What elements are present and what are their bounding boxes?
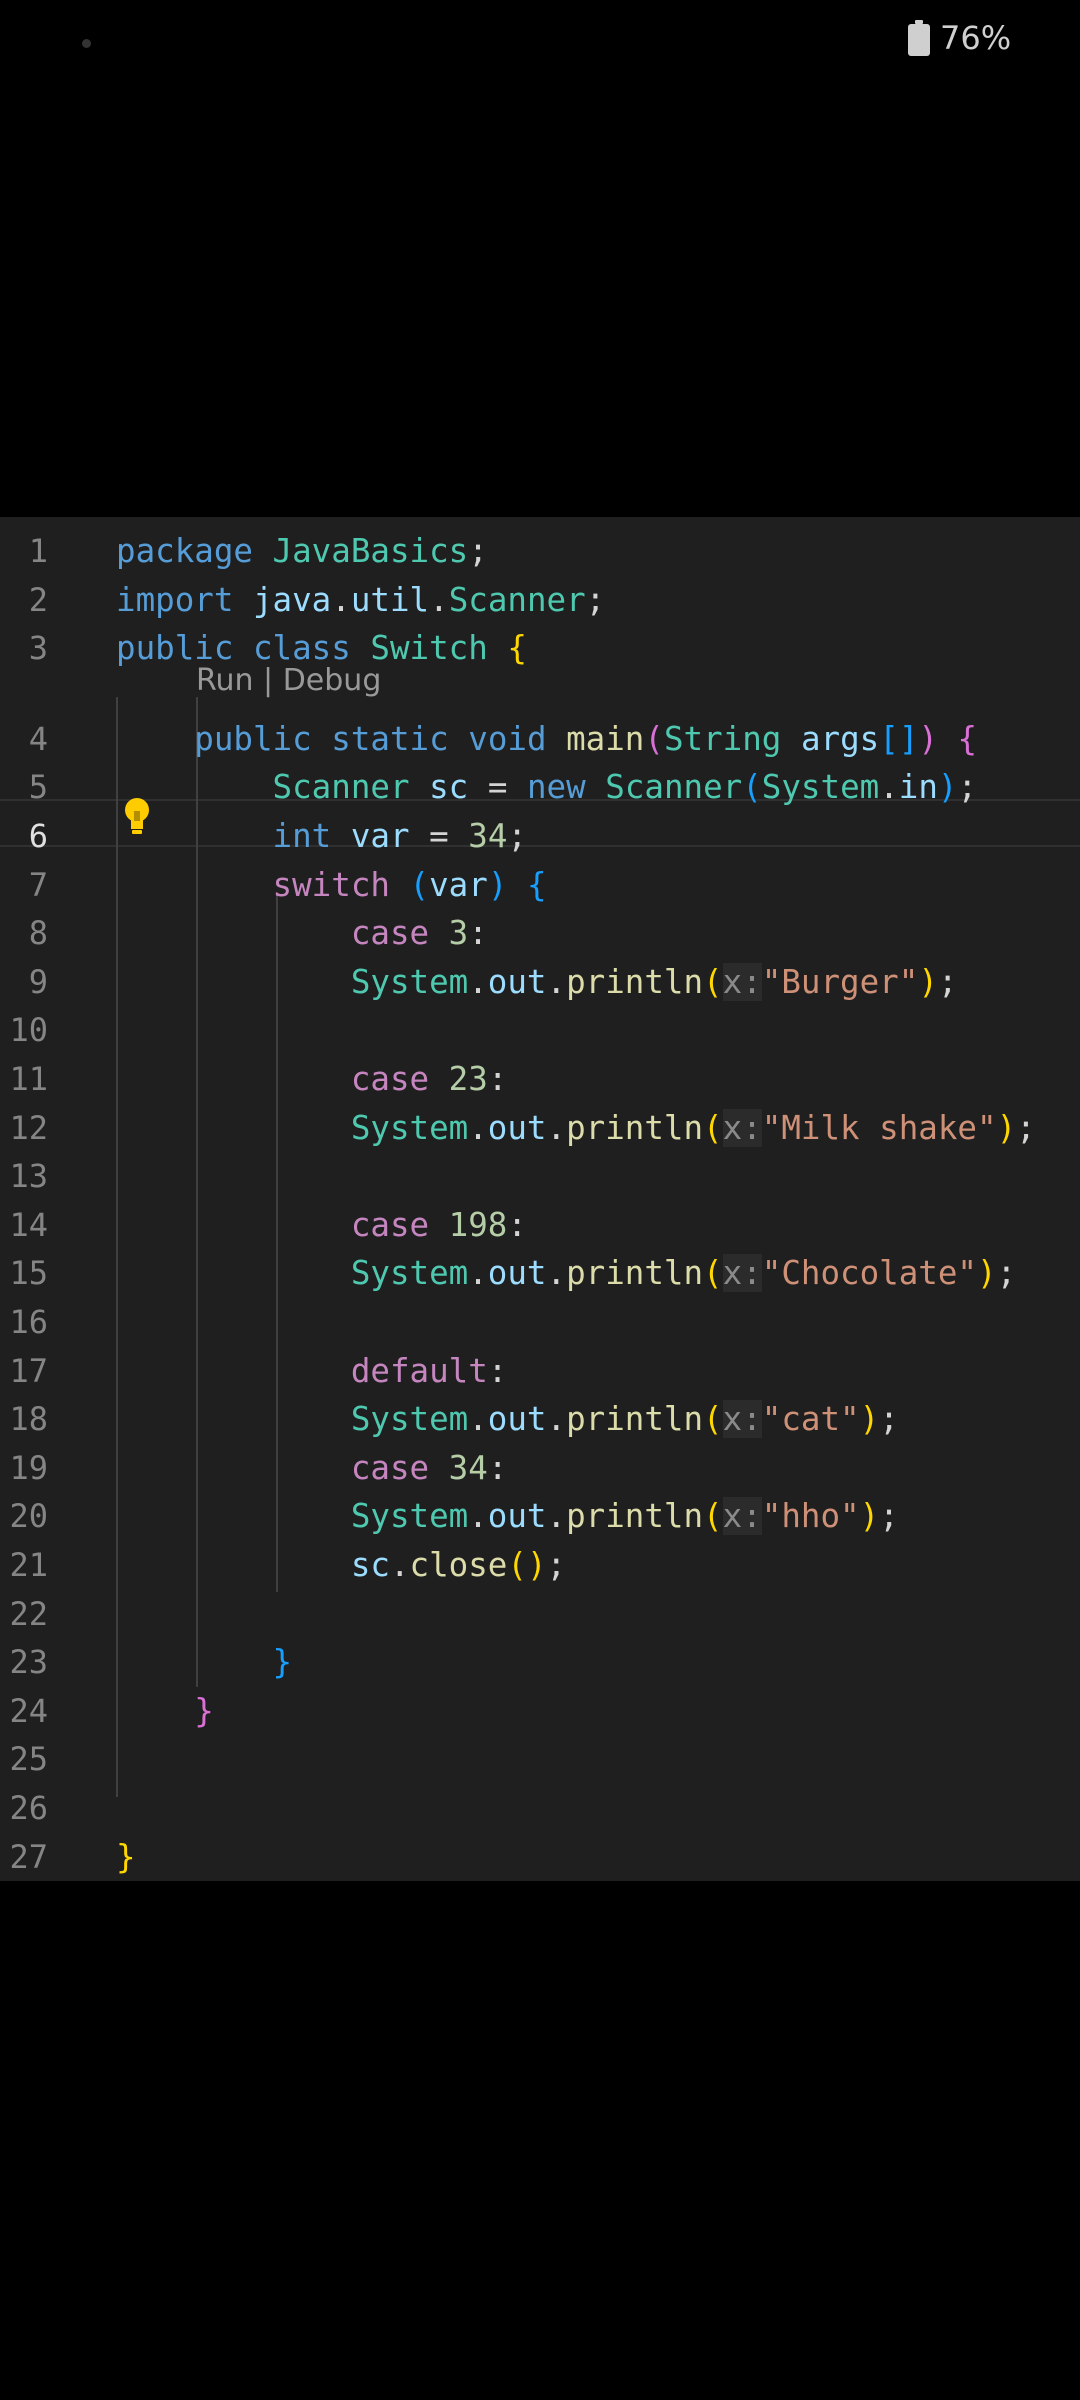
code-text: case 23:: [350, 1060, 508, 1098]
line-number: 19: [9, 1448, 48, 1487]
line-number: 15: [9, 1254, 48, 1293]
line-number: 24: [9, 1691, 48, 1730]
code-line[interactable]: 9 System.out.println(x:"Burger");: [0, 958, 1080, 1007]
line-number: 17: [9, 1351, 48, 1390]
code-text: case 3:: [350, 914, 488, 953]
code-text: switch (var) {: [272, 865, 547, 904]
code-text: }: [272, 1643, 293, 1682]
code-line[interactable]: 26: [0, 1784, 1080, 1833]
code-text: int var = 34;: [272, 817, 527, 855]
code-line[interactable]: 13: [0, 1152, 1080, 1201]
line-number: 2: [28, 580, 48, 619]
code-line[interactable]: 4 public static void main(String args[])…: [0, 715, 1080, 764]
code-text: System.out.println(x:"Chocolate");: [350, 1254, 1017, 1293]
line-number: 13: [9, 1157, 48, 1196]
line-number: 21: [9, 1546, 48, 1584]
line-number: 26: [9, 1789, 48, 1827]
code-text: case 34:: [350, 1448, 508, 1487]
code-line[interactable]: 21 sc.close();: [0, 1541, 1080, 1590]
line-number: 25: [9, 1740, 48, 1779]
battery-icon: [908, 20, 930, 56]
code-line[interactable]: 16: [0, 1298, 1080, 1347]
line-number: 6: [28, 817, 48, 855]
code-text: System.out.println(x:"cat");: [350, 1400, 899, 1439]
battery-percent: 76%: [940, 19, 1012, 57]
line-number: 23: [9, 1643, 48, 1682]
line-number: 1: [28, 532, 48, 570]
code-line[interactable]: 18 System.out.println(x:"cat");: [0, 1395, 1080, 1444]
code-line[interactable]: 2 import java.util.Scanner;: [0, 576, 1080, 625]
code-line[interactable]: 24 }: [0, 1687, 1080, 1736]
code-text: default:: [350, 1351, 508, 1390]
line-number: 8: [28, 914, 48, 953]
code-line[interactable]: 8 case 3:: [0, 909, 1080, 958]
code-line[interactable]: 6 int var = 34;: [0, 812, 1080, 861]
code-text: System.out.println(x:"hho");: [350, 1497, 899, 1536]
code-line[interactable]: 27}: [0, 1833, 1080, 1881]
code-editor[interactable]: Run | Debug 1 package JavaBasics; 2 import …: [0, 517, 1080, 1881]
code-text: package JavaBasics;: [116, 532, 488, 570]
code-line[interactable]: 10: [0, 1006, 1080, 1055]
line-number: 7: [28, 865, 48, 904]
code-text: }: [194, 1691, 214, 1730]
code-text: sc.close();: [350, 1546, 567, 1584]
notification-dot-icon: [82, 39, 91, 48]
code-line[interactable]: 3 public class Switch {: [0, 624, 1080, 673]
code-line[interactable]: 20 System.out.println(x:"hho");: [0, 1492, 1080, 1541]
line-number: 20: [9, 1497, 48, 1536]
line-number: 3: [28, 629, 48, 668]
line-number: 11: [9, 1060, 48, 1098]
code-text: case 198:: [350, 1205, 527, 1244]
code-line[interactable]: 7 switch (var) {: [0, 861, 1080, 910]
code-line[interactable]: 23 }: [0, 1638, 1080, 1687]
code-line[interactable]: 12 System.out.println(x:"Milk shake");: [0, 1104, 1080, 1153]
code-text: public class Switch {: [116, 629, 527, 668]
code-text: System.out.println(x:"Milk shake");: [350, 1108, 1036, 1147]
line-number: 22: [9, 1594, 48, 1633]
code-line[interactable]: 11 case 23:: [0, 1055, 1080, 1104]
line-number: 5: [28, 768, 48, 807]
code-line[interactable]: 17 default:: [0, 1347, 1080, 1396]
line-number: 14: [9, 1205, 48, 1244]
line-number: 10: [9, 1011, 48, 1050]
code-text: Scanner sc = new Scanner(System.in);: [272, 768, 978, 807]
code-text: import java.util.Scanner;: [116, 580, 606, 619]
status-bar: 76%: [0, 0, 1080, 80]
code-line[interactable]: 14 case 198:: [0, 1201, 1080, 1250]
line-number: 18: [9, 1400, 48, 1439]
code-line[interactable]: 1 package JavaBasics;: [0, 527, 1080, 576]
code-line[interactable]: 22: [0, 1590, 1080, 1639]
line-number: 9: [28, 962, 48, 1001]
code-text: public static void main(String args[]) {: [194, 719, 978, 758]
line-number: 16: [9, 1303, 48, 1341]
code-line[interactable]: 19 case 34:: [0, 1444, 1080, 1493]
line-number: 12: [9, 1108, 48, 1147]
code-line[interactable]: 5 Scanner sc = new Scanner(System.in);: [0, 763, 1080, 812]
code-text: }: [116, 1837, 136, 1876]
line-number: 27: [9, 1837, 48, 1876]
code-line[interactable]: 15 System.out.println(x:"Chocolate");: [0, 1249, 1080, 1298]
code-line[interactable]: 25: [0, 1735, 1080, 1784]
code-text: System.out.println(x:"Burger");: [350, 962, 958, 1001]
line-number: 4: [28, 719, 48, 758]
